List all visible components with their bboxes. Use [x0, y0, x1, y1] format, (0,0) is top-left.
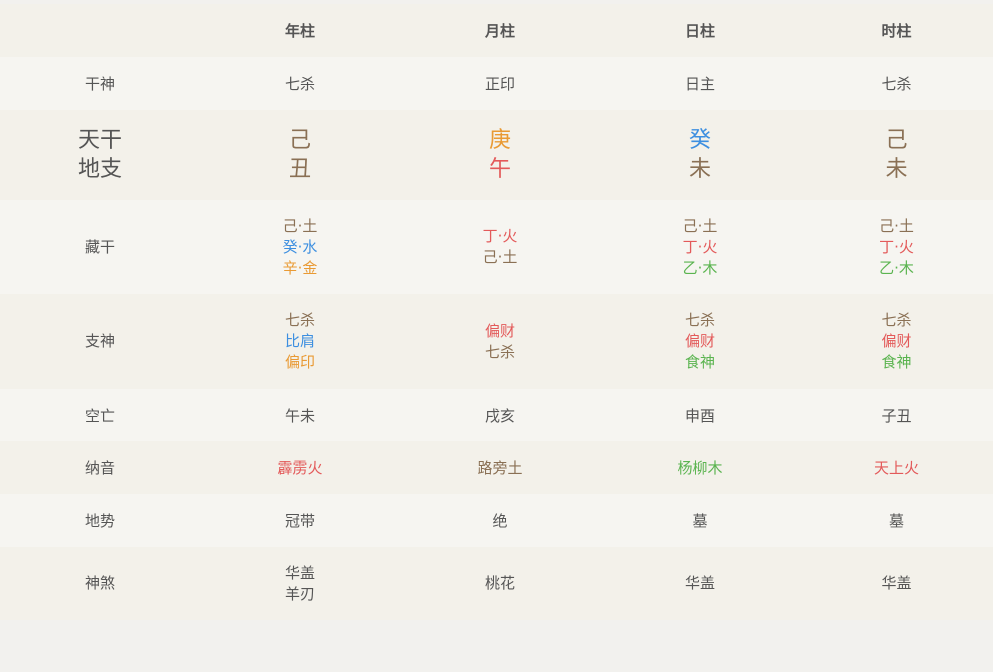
hidden-stem: 乙·木 — [682, 258, 718, 277]
header-year-pillar: 年柱 — [284, 22, 315, 40]
hidden-stem: 己·土 — [482, 248, 518, 266]
na-yin-row: 纳音 霹雳火 路旁土 杨柳木 天上火 — [0, 441, 993, 494]
earthly-branch-label: 地支 — [77, 157, 122, 182]
branch-god: 偏财 — [684, 332, 715, 350]
gan-zhi-year: 己 丑 — [200, 110, 400, 200]
header-hour-pillar: 时柱 — [881, 22, 912, 40]
branch-char: 未 — [885, 157, 908, 182]
hidden-stem: 癸·水 — [282, 237, 318, 256]
gan-shen-day: 日主 — [684, 75, 715, 93]
branch-god: 七杀 — [484, 342, 515, 361]
hidden-stem: 乙·木 — [879, 258, 914, 277]
gan-shen-year: 七杀 — [284, 75, 315, 93]
row-label: 干神 — [84, 75, 115, 93]
header-day-pillar: 日柱 — [684, 22, 715, 40]
row-label: 纳音 — [84, 459, 115, 477]
hidden-stem: 己·土 — [879, 216, 914, 235]
gan-shen-row: 干神 七杀 正印 日主 七杀 — [0, 57, 993, 110]
branch-god: 食神 — [684, 353, 715, 371]
hidden-stem: 丁·火 — [482, 227, 518, 245]
row-label: 藏干 — [84, 237, 115, 256]
shen-sha-hour: 华盖 — [800, 547, 993, 620]
kong-wang-day: 申酉 — [684, 406, 715, 425]
branch-char: 丑 — [288, 157, 311, 182]
zhi-shen-year: 七杀 比肩 偏印 — [200, 294, 400, 389]
gan-zhi-row: 天干 地支 己 丑 庚 午 癸 未 己 未 — [0, 110, 993, 200]
na-yin-month: 路旁土 — [477, 459, 523, 477]
branch-god: 偏财 — [484, 321, 515, 340]
branch-god: 七杀 — [684, 311, 715, 329]
di-shi-day: 墓 — [692, 512, 708, 530]
bazi-chart-table: 年柱 月柱 日柱 时柱 干神 七杀 正印 日主 七杀 天干 地支 己 丑 庚 午… — [0, 4, 993, 620]
branch-god: 比肩 — [284, 332, 315, 350]
row-label: 支神 — [84, 332, 115, 350]
cang-gan-day: 己·土 丁·火 乙·木 — [600, 200, 800, 294]
row-label: 地势 — [84, 512, 115, 530]
gan-zhi-label-cell: 天干 地支 — [0, 110, 200, 200]
row-label: 空亡 — [84, 406, 115, 425]
branch-god: 偏财 — [881, 332, 912, 350]
kong-wang-hour: 子丑 — [881, 406, 912, 425]
zhi-shen-row: 支神 七杀 比肩 偏印 偏财 七杀 七杀 偏财 食神 七杀 偏财 食神 — [0, 294, 993, 389]
stem-char: 癸 — [688, 128, 711, 153]
di-shi-hour: 墓 — [888, 512, 904, 530]
shen-sha-item: 华盖 — [284, 563, 315, 582]
cang-gan-hour: 己·土 丁·火 乙·木 — [800, 200, 993, 294]
shen-sha-day: 华盖 — [600, 547, 800, 620]
branch-god: 七杀 — [881, 311, 912, 329]
shen-sha-row: 神煞 华盖 羊刃 桃花 华盖 华盖 — [0, 547, 993, 620]
kong-wang-month: 戌亥 — [484, 406, 515, 425]
zhi-shen-day: 七杀 偏财 食神 — [600, 294, 800, 389]
di-shi-month: 绝 — [492, 512, 508, 530]
stem-char: 己 — [885, 128, 908, 153]
di-shi-year: 冠带 — [284, 512, 315, 530]
shen-sha-year: 华盖 羊刃 — [200, 547, 400, 620]
gan-shen-hour: 七杀 — [881, 75, 912, 93]
branch-char: 未 — [688, 157, 711, 182]
shen-sha-item: 羊刃 — [284, 584, 315, 603]
cang-gan-month: 丁·火 己·土 — [400, 200, 600, 294]
gan-zhi-month: 庚 午 — [400, 110, 600, 200]
shen-sha-item: 华盖 — [684, 574, 715, 592]
gan-zhi-day: 癸 未 — [600, 110, 800, 200]
header-row: 年柱 月柱 日柱 时柱 — [0, 4, 993, 57]
row-label: 神煞 — [84, 574, 115, 592]
branch-char: 午 — [488, 157, 511, 182]
stem-char: 己 — [288, 128, 311, 153]
na-yin-hour: 天上火 — [873, 459, 919, 477]
header-blank-cell — [0, 4, 200, 57]
branch-god: 偏印 — [284, 353, 315, 371]
shen-sha-month: 桃花 — [400, 547, 600, 620]
zhi-shen-month: 偏财 七杀 — [400, 294, 600, 389]
cang-gan-year: 己·土 癸·水 辛·金 — [200, 200, 400, 294]
hidden-stem: 己·土 — [282, 216, 318, 235]
hidden-stem: 己·土 — [682, 216, 718, 235]
kong-wang-year: 午未 — [284, 406, 315, 425]
branch-god: 七杀 — [284, 311, 315, 329]
header-month-pillar: 月柱 — [484, 22, 515, 40]
kong-wang-row: 空亡 午未 戌亥 申酉 子丑 — [0, 389, 993, 441]
hidden-stem: 辛·金 — [282, 258, 318, 277]
branch-god: 食神 — [881, 353, 912, 371]
zhi-shen-hour: 七杀 偏财 食神 — [800, 294, 993, 389]
gan-shen-month: 正印 — [484, 75, 515, 93]
di-shi-row: 地势 冠带 绝 墓 墓 — [0, 494, 993, 547]
na-yin-year: 霹雳火 — [277, 459, 323, 477]
cang-gan-row: 藏干 己·土 癸·水 辛·金 丁·火 己·土 己·土 丁·火 乙·木 己·土 丁… — [0, 200, 993, 294]
heavenly-stem-label: 天干 — [77, 128, 122, 153]
hidden-stem: 丁·火 — [682, 237, 718, 256]
shen-sha-item: 华盖 — [881, 574, 912, 592]
hidden-stem: 丁·火 — [879, 237, 914, 256]
na-yin-day: 杨柳木 — [677, 459, 723, 477]
shen-sha-item: 桃花 — [484, 574, 515, 592]
gan-zhi-hour: 己 未 — [800, 110, 993, 200]
stem-char: 庚 — [488, 128, 511, 153]
